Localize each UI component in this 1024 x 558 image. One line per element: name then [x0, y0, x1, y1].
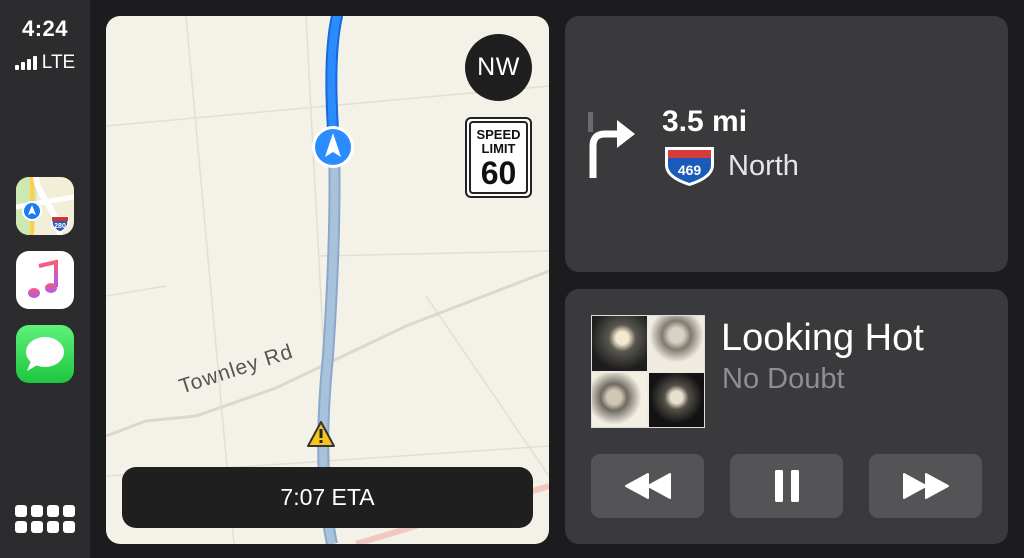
pause-icon	[774, 470, 799, 502]
speed-limit-value: 60	[480, 155, 517, 191]
album-art[interactable]	[591, 315, 705, 428]
network-type: LTE	[41, 52, 76, 73]
speed-limit-label-2: LIMIT	[481, 141, 516, 156]
now-playing-card[interactable]: Looking Hot No Doubt	[565, 289, 1008, 544]
music-note-icon	[28, 259, 58, 298]
messages-app-button[interactable]	[16, 325, 74, 383]
pause-button[interactable]	[730, 454, 843, 518]
maps-icon-badge: 280	[54, 223, 66, 230]
fast-forward-button[interactable]	[869, 454, 982, 518]
speed-limit-label-1: SPEED	[476, 127, 521, 142]
maps-icon: 280	[16, 177, 74, 235]
interstate-shield-icon: 469	[665, 147, 714, 186]
app-grid-icon[interactable]	[15, 505, 75, 539]
route-direction: North	[728, 149, 799, 182]
maps-app-button[interactable]: 280	[16, 177, 74, 235]
signal-strength-icon	[14, 56, 37, 70]
speech-bubble-icon	[26, 337, 64, 371]
network-status: LTE	[0, 52, 90, 74]
user-location-arrow-icon	[312, 126, 354, 168]
fast-forward-icon	[902, 473, 949, 499]
sidebar: 4:24 LTE 280	[0, 0, 90, 558]
music-app-button[interactable]	[16, 251, 74, 309]
map-view[interactable]: NW SPEED LIMIT 60 Townley Rd 7:07 ETA	[106, 16, 549, 544]
rewind-icon	[624, 473, 671, 499]
navigation-card[interactable]: 3.5 mi 469 North	[565, 16, 1008, 272]
status-time: 4:24	[21, 16, 69, 41]
warning-sign-icon	[307, 421, 335, 447]
maneuver-distance: 3.5 mi	[662, 105, 748, 138]
eta-button[interactable]: 7:07 ETA	[122, 467, 533, 528]
shield-number: 469	[678, 162, 702, 178]
compass-button[interactable]: NW	[465, 34, 532, 101]
right-turn-arrow-icon	[588, 112, 635, 178]
maneuver-route: 469 North	[663, 145, 799, 187]
rewind-button[interactable]	[591, 454, 704, 518]
speed-limit-sign: SPEED LIMIT 60	[465, 117, 532, 198]
song-title: Looking Hot	[721, 317, 924, 359]
song-artist: No Doubt	[722, 363, 845, 395]
